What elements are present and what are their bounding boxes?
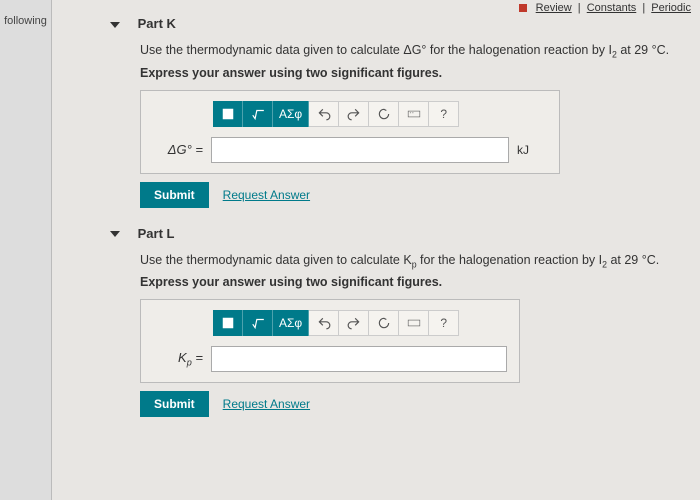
- redo-icon: [347, 107, 361, 121]
- keyboard-icon: [407, 107, 421, 121]
- part-k-request-link[interactable]: Request Answer: [223, 188, 310, 202]
- reset-icon: [377, 316, 391, 330]
- var-eq: =: [192, 350, 203, 365]
- instr-prefix-l: Use the thermodynamic data given to calc…: [140, 253, 403, 267]
- sidebar-text: following: [4, 15, 47, 27]
- caret-down-icon: [110, 22, 120, 28]
- instr-suffix-l: at 29 °C.: [607, 253, 659, 267]
- keyboard-icon: [407, 316, 421, 330]
- var-k: K: [178, 350, 187, 365]
- instr-var-l: K: [403, 253, 411, 267]
- redo-tool[interactable]: [339, 101, 369, 127]
- part-l-header[interactable]: Part L: [110, 226, 680, 241]
- content: Part K Use the thermodynamic data given …: [60, 0, 700, 500]
- part-k-var-label: ΔG° =: [153, 142, 203, 157]
- undo-icon: [317, 107, 331, 121]
- undo-tool[interactable]: [309, 101, 339, 127]
- caret-down-icon: [110, 231, 120, 237]
- part-k-submit-button[interactable]: Submit: [140, 182, 209, 208]
- part-l-express: Express your answer using two significan…: [140, 275, 680, 289]
- undo-icon: [317, 316, 331, 330]
- part-k-title: Part K: [138, 16, 176, 31]
- part-k-instruction: Use the thermodynamic data given to calc…: [140, 41, 680, 62]
- redo-tool-l[interactable]: [339, 310, 369, 336]
- template-tool-l[interactable]: [213, 310, 243, 336]
- part-l-toolbar: ΑΣφ ?: [213, 310, 507, 336]
- redo-icon: [347, 316, 361, 330]
- keyboard-tool-l[interactable]: [399, 310, 429, 336]
- undo-tool-l[interactable]: [309, 310, 339, 336]
- part-k-unit: kJ: [517, 143, 547, 157]
- fraction-tool-l[interactable]: [243, 310, 273, 336]
- part-l-answer-input[interactable]: [211, 346, 507, 372]
- part-l-answer-box: ΑΣφ ? Kp =: [140, 299, 520, 383]
- square-icon: [221, 316, 235, 330]
- part-l-input-row: Kp =: [153, 346, 507, 372]
- part-l-submit-button[interactable]: Submit: [140, 391, 209, 417]
- fraction-tool[interactable]: [243, 101, 273, 127]
- help-tool[interactable]: ?: [429, 101, 459, 127]
- part-k-submit-row: Submit Request Answer: [140, 182, 680, 208]
- sidebar: following: [0, 0, 52, 500]
- radical-icon: [251, 107, 265, 121]
- part-k-toolbar: ΑΣφ ?: [213, 101, 547, 127]
- symbols-tool-l[interactable]: ΑΣφ: [273, 310, 309, 336]
- template-tool[interactable]: [213, 101, 243, 127]
- instr-var: ΔG°: [403, 43, 426, 57]
- reset-tool-l[interactable]: [369, 310, 399, 336]
- part-k-input-row: ΔG° = kJ: [153, 137, 547, 163]
- part-k-answer-input[interactable]: [211, 137, 509, 163]
- part-k-header[interactable]: Part K: [110, 16, 680, 31]
- instr-mid-l: for the halogenation reaction by I: [417, 253, 603, 267]
- part-l-var-label: Kp =: [153, 350, 203, 368]
- part-l-instruction: Use the thermodynamic data given to calc…: [140, 251, 680, 272]
- radical-icon: [251, 316, 265, 330]
- part-k-express: Express your answer using two significan…: [140, 66, 680, 80]
- reset-tool[interactable]: [369, 101, 399, 127]
- part-l-submit-row: Submit Request Answer: [140, 391, 680, 417]
- part-l-request-link[interactable]: Request Answer: [223, 397, 310, 411]
- square-icon: [221, 107, 235, 121]
- reset-icon: [377, 107, 391, 121]
- part-l-title: Part L: [138, 226, 175, 241]
- instr-prefix: Use the thermodynamic data given to calc…: [140, 43, 403, 57]
- instr-mid: for the halogenation reaction by I: [426, 43, 612, 57]
- instr-suffix: at 29 °C.: [617, 43, 669, 57]
- help-tool-l[interactable]: ?: [429, 310, 459, 336]
- keyboard-tool[interactable]: [399, 101, 429, 127]
- symbols-tool[interactable]: ΑΣφ: [273, 101, 309, 127]
- part-k-answer-box: ΑΣφ ? ΔG° = kJ: [140, 90, 560, 174]
